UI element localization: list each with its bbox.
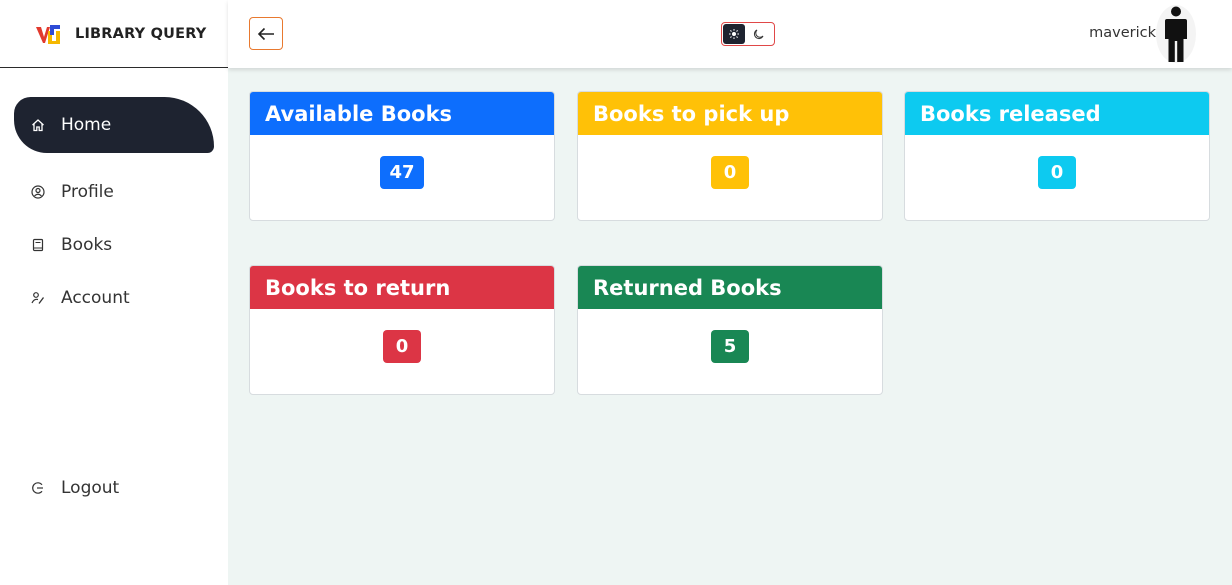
- count-badge: 0: [383, 330, 421, 363]
- card-title: Available Books: [250, 92, 554, 135]
- sidebar-item-profile[interactable]: Profile: [14, 164, 214, 220]
- theme-toggle[interactable]: [721, 22, 775, 46]
- book-icon: [30, 237, 46, 253]
- logout-button[interactable]: Logout: [14, 460, 214, 516]
- count-badge: 47: [380, 156, 424, 189]
- sun-icon: [729, 29, 739, 39]
- sidebar-item-account[interactable]: Account: [14, 270, 214, 326]
- back-button[interactable]: [249, 17, 283, 50]
- logout-label: Logout: [61, 478, 120, 498]
- books-to-return-card[interactable]: Books to return 0: [249, 265, 555, 395]
- dark-mode-option[interactable]: [745, 24, 771, 44]
- count-badge: 0: [711, 156, 749, 189]
- sidebar-item-books[interactable]: Books: [14, 217, 214, 273]
- card-title: Books to return: [250, 266, 554, 309]
- card-title: Books released: [905, 92, 1209, 135]
- top-header: maverick: [228, 0, 1232, 68]
- books-to-pick-up-card[interactable]: Books to pick up 0: [577, 91, 883, 221]
- card-title: Books to pick up: [578, 92, 882, 135]
- available-books-card[interactable]: Available Books 47: [249, 91, 555, 221]
- sidebar-item-home[interactable]: Home: [14, 97, 214, 153]
- brand[interactable]: LIBRARY QUERY: [0, 0, 228, 68]
- logout-icon: [30, 480, 46, 496]
- light-mode-option[interactable]: [723, 24, 745, 44]
- user-circle-icon: [30, 184, 46, 200]
- sidebar-item-label: Account: [61, 288, 130, 308]
- library-logo-icon: [36, 24, 60, 44]
- books-released-card[interactable]: Books released 0: [904, 91, 1210, 221]
- sidebar-item-label: Home: [61, 115, 112, 135]
- sidebar-item-label: Books: [61, 235, 113, 255]
- count-badge: 0: [1038, 156, 1076, 189]
- sidebar-item-label: Profile: [61, 182, 114, 202]
- username: maverick: [1089, 25, 1156, 41]
- arrow-left-icon: [257, 27, 274, 40]
- moon-icon: [753, 29, 763, 39]
- count-badge: 5: [711, 330, 749, 363]
- home-icon: [30, 117, 46, 133]
- card-title: Returned Books: [578, 266, 882, 309]
- avatar[interactable]: [1156, 5, 1196, 63]
- brand-title: LIBRARY QUERY: [75, 25, 207, 42]
- account-settings-icon: [30, 290, 46, 306]
- person-silhouette-icon: [1165, 6, 1187, 62]
- returned-books-card[interactable]: Returned Books 5: [577, 265, 883, 395]
- sidebar: LIBRARY QUERY Home Profile Books Account…: [0, 0, 228, 585]
